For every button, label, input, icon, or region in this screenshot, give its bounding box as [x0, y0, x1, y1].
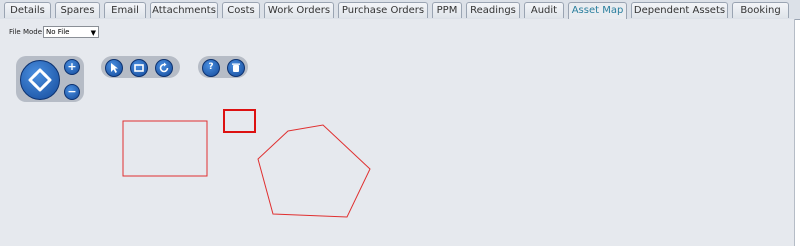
tab-work-orders[interactable]: Work Orders [264, 2, 334, 18]
tab-booking[interactable]: Booking [732, 2, 789, 18]
tab-asset-map[interactable]: Asset Map [568, 2, 627, 20]
tab-ppm[interactable]: PPM [432, 2, 462, 18]
tab-details[interactable]: Details [4, 2, 51, 18]
asset-map-panel: File Mode No File ▼ + − ? [0, 19, 795, 246]
tab-email[interactable]: Email [104, 2, 146, 18]
tab-dependent-assets[interactable]: Dependent Assets [631, 2, 728, 18]
tab-attachments[interactable]: Attachments [150, 2, 218, 18]
asset-rectangle-shape[interactable] [122, 120, 208, 177]
asset-pentagon-shape[interactable] [257, 124, 371, 218]
tab-audit[interactable]: Audit [524, 2, 564, 18]
tab-purchase-orders[interactable]: Purchase Orders [338, 2, 428, 18]
tab-spares[interactable]: Spares [55, 2, 100, 18]
selected-asset-shape[interactable] [223, 109, 256, 133]
tab-bar: Details Spares Email Attachments Costs W… [0, 0, 800, 20]
tab-costs[interactable]: Costs [222, 2, 260, 18]
asset-map-canvas[interactable] [0, 19, 794, 246]
tab-readings[interactable]: Readings [466, 2, 520, 18]
